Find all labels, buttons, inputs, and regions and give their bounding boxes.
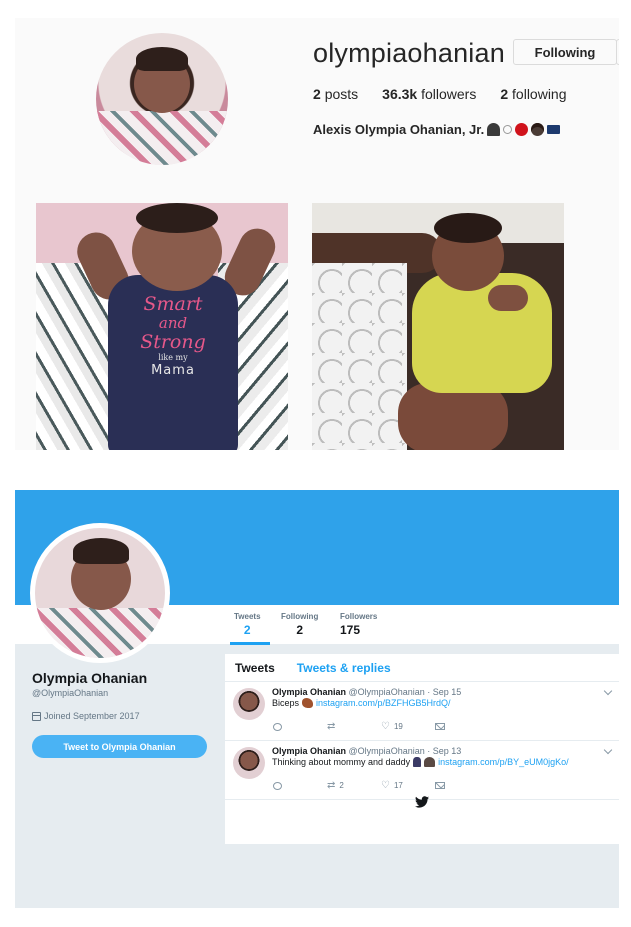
- avatar-hair: [136, 47, 188, 71]
- tweet-link[interactable]: instagram.com/p/BZFHGB5HrdQ/: [316, 698, 451, 708]
- retweet-count: 2: [339, 781, 344, 790]
- heart-icon: ♡: [381, 720, 390, 732]
- post-photo-2[interactable]: [312, 203, 564, 450]
- flexed-biceps-icon: [302, 698, 314, 708]
- posts-stat: 2 posts: [313, 86, 359, 102]
- stat-label: Following: [281, 612, 319, 621]
- chevron-down-icon[interactable]: [603, 686, 613, 696]
- followers-stat[interactable]: 36.3k followers: [382, 86, 476, 102]
- photo-baby-hair: [136, 203, 218, 233]
- red-heart-icon: [515, 123, 529, 136]
- reply-button[interactable]: [273, 722, 327, 731]
- reply-icon: [273, 722, 282, 731]
- profile-username: olympiaohanian: [313, 38, 505, 68]
- profile-stats: 2 posts 36.3k followers 2 following: [313, 86, 591, 102]
- stat-value: 175: [340, 623, 361, 637]
- heart-icon: ♡: [381, 779, 390, 791]
- tweet-link[interactable]: instagram.com/p/BY_eUM0jgKo/: [438, 757, 569, 767]
- retweet-button[interactable]: ⇄ 2: [327, 779, 381, 791]
- following-stat[interactable]: 2 following: [500, 86, 566, 102]
- retweet-icon: ⇄: [327, 720, 336, 732]
- onesie-word-and: and: [158, 314, 188, 332]
- tweet-to-button[interactable]: Tweet to Olympia Ohanian: [32, 735, 207, 758]
- tweet-handle-date[interactable]: @OlympiaOhanian · Sep 15: [349, 687, 462, 697]
- tab-tweets-and-replies[interactable]: Tweets & replies: [297, 661, 391, 675]
- reply-icon: [273, 781, 282, 790]
- options-button[interactable]: [616, 39, 619, 65]
- tab-tweets[interactable]: Tweets: [235, 661, 275, 675]
- tweet-actions: ⇄ 2 ♡ 17: [273, 779, 489, 791]
- envelope-icon: [435, 723, 445, 730]
- tweet-timeline: Tweets Tweets & replies Olympia Ohanian …: [225, 654, 619, 844]
- tweet-item[interactable]: Olympia Ohanian @OlympiaOhanian · Sep 13…: [225, 741, 619, 800]
- like-button[interactable]: ♡ 19: [381, 720, 435, 732]
- tweet-header: Olympia Ohanian @OlympiaOhanian · Sep 15: [272, 687, 461, 697]
- twitter-profile-panel: Tweets 2 Following 2 Followers 175 Olymp…: [15, 490, 619, 908]
- joined-text: Joined September 2017: [44, 711, 140, 721]
- nav-following-stat[interactable]: Following 2: [281, 612, 318, 637]
- like-count: 19: [393, 722, 403, 731]
- female-sign-icon: [503, 125, 513, 134]
- stat-value: 2: [296, 623, 303, 637]
- onesie-word-smart: Smart: [143, 293, 203, 315]
- message-button[interactable]: [435, 723, 489, 730]
- onesie-word-like-my: like my: [158, 353, 188, 362]
- avatar-hair: [73, 538, 129, 564]
- nav-tweets-stat[interactable]: Tweets 2: [230, 612, 270, 645]
- twitter-avatar[interactable]: [30, 523, 170, 663]
- profile-avatar[interactable]: [96, 33, 228, 165]
- stat-label: Followers: [340, 612, 378, 621]
- retweet-button[interactable]: ⇄: [327, 720, 381, 732]
- laptop-icon: [547, 125, 561, 134]
- onesie-print: Smart and Strong like my Mama: [108, 293, 238, 379]
- joined-date: Joined September 2017: [32, 711, 140, 721]
- message-button[interactable]: [435, 782, 489, 789]
- face-emoji-icon: [531, 123, 545, 136]
- man-technologist-icon: [424, 757, 436, 767]
- tweet-text: Thinking about mommy and daddy instagram…: [272, 757, 569, 767]
- envelope-icon: [435, 782, 445, 789]
- tweet-item[interactable]: Olympia Ohanian @OlympiaOhanian · Sep 15…: [225, 682, 619, 741]
- like-count: 17: [393, 781, 403, 790]
- profile-handle: @OlympiaOhanian: [32, 688, 109, 698]
- photo-yellow-shirt: [412, 273, 552, 393]
- photo-baby-legs: [398, 383, 508, 450]
- tweet-handle-date[interactable]: @OlympiaOhanian · Sep 13: [349, 746, 462, 756]
- tweet-body: Thinking about mommy and daddy: [272, 757, 411, 767]
- tweet-author-name[interactable]: Olympia Ohanian: [272, 687, 346, 697]
- twitter-bird-icon[interactable]: [415, 796, 429, 808]
- chevron-down-icon[interactable]: [603, 745, 613, 755]
- like-button[interactable]: ♡ 17: [381, 779, 435, 791]
- photo-baby-hand: [488, 285, 528, 311]
- instagram-profile-panel: olympiaohanian Following 2 posts 36.3k f…: [15, 18, 619, 450]
- tweet-header: Olympia Ohanian @OlympiaOhanian · Sep 13: [272, 746, 461, 756]
- tweet-actions: ⇄ ♡ 19: [273, 720, 489, 732]
- avatar-blanket: [35, 608, 165, 658]
- timeline-tabs: Tweets Tweets & replies: [225, 654, 619, 682]
- tweet-text: Biceps instagram.com/p/BZFHGB5HrdQ/: [272, 698, 451, 708]
- nav-followers-stat[interactable]: Followers 175: [340, 612, 377, 637]
- stat-value: 2: [243, 623, 251, 637]
- tweet-avatar[interactable]: [233, 747, 265, 779]
- photo-pillow: [312, 263, 407, 450]
- runner-icon: [413, 757, 422, 767]
- reply-button[interactable]: [273, 781, 327, 790]
- tweet-author-name[interactable]: Olympia Ohanian: [272, 746, 346, 756]
- runner-emoji-icon: [487, 123, 501, 136]
- following-button[interactable]: Following: [513, 39, 617, 65]
- avatar-blanket: [96, 111, 228, 165]
- post-photo-1[interactable]: Smart and Strong like my Mama: [36, 203, 288, 450]
- stat-label: Tweets: [234, 612, 261, 621]
- tweet-body: Biceps: [272, 698, 300, 708]
- onesie-word-mama: Mama: [151, 363, 195, 378]
- profile-display-name: Olympia Ohanian: [32, 670, 148, 686]
- retweet-icon: ⇄: [327, 779, 336, 791]
- tweet-avatar[interactable]: [233, 688, 265, 720]
- onesie-word-strong: Strong: [140, 331, 206, 353]
- photo-baby-hair: [434, 213, 502, 243]
- calendar-icon: [32, 711, 41, 721]
- profile-full-name: Alexis Olympia Ohanian, Jr.: [313, 122, 561, 137]
